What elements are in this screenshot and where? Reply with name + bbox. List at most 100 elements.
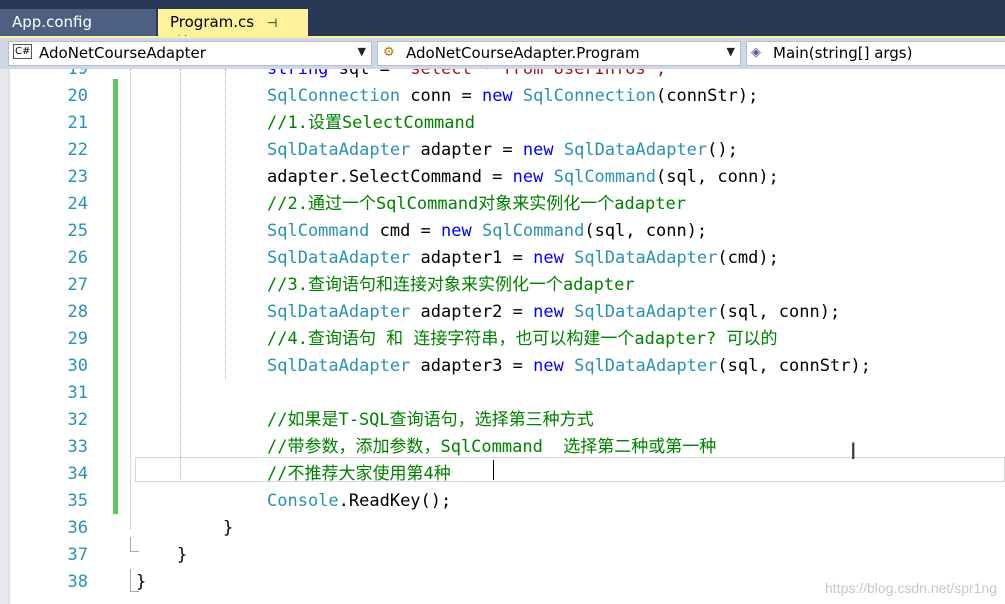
class-dropdown-value: AdoNetCourseAdapter.Program xyxy=(406,44,640,62)
project-dropdown[interactable]: C# AdoNetCourseAdapter ▼ xyxy=(8,41,372,66)
type-name: SqlDataAdapter xyxy=(267,356,411,376)
indent-guide xyxy=(180,69,181,479)
keyword: new xyxy=(533,302,564,322)
code-line-23: adapter.SelectCommand = new SqlCommand(s… xyxy=(267,164,779,191)
tab-program-cs[interactable]: Program.cs ⊣ ✕ xyxy=(158,9,308,49)
code-text: conn = xyxy=(400,86,482,106)
type-name: SqlDataAdapter xyxy=(574,302,718,322)
code-line-33: //带参数，添加参数，SqlCommand 选择第二种或第一种 xyxy=(267,437,717,457)
code-line-21: //1.设置SelectCommand xyxy=(267,113,475,133)
watermark: https://blog.csdn.net/spr1ng xyxy=(825,580,997,596)
line-number: 37 xyxy=(67,545,88,565)
pin-icon[interactable]: ⊣ xyxy=(267,16,277,30)
code-text: (); xyxy=(707,140,738,160)
code-text: (sql, connStr); xyxy=(717,356,871,376)
navigation-bar: C# AdoNetCourseAdapter ▼ ⚙ AdoNetCourseA… xyxy=(0,38,1005,69)
line-number: 34 xyxy=(67,464,88,484)
text-caret xyxy=(493,460,494,480)
code-line-36: } xyxy=(223,518,234,538)
line-number: 27 xyxy=(67,275,88,295)
code-line-29: //4.查询语句 和 连接字符串，也可以构建一个adapter? 可以的 xyxy=(267,329,778,349)
type-name: SqlCommand xyxy=(267,221,370,241)
code-line-20: SqlConnection conn = new SqlConnection(c… xyxy=(267,83,758,110)
type-name: SqlDataAdapter xyxy=(574,248,718,268)
line-number: 31 xyxy=(67,383,88,403)
line-number: 26 xyxy=(67,248,88,268)
type-name: SqlDataAdapter xyxy=(267,248,411,268)
code-line-25: SqlCommand cmd = new SqlCommand(sql, con… xyxy=(267,218,707,245)
chevron-down-icon: ▼ xyxy=(357,45,366,58)
line-number: 30 xyxy=(67,356,88,376)
type-name: SqlDataAdapter xyxy=(267,302,411,322)
line-number: 28 xyxy=(67,302,88,322)
tab-app-config[interactable]: App.config xyxy=(0,9,156,38)
type-name: SqlConnection xyxy=(522,86,656,106)
code-line-32: //如果是T-SQL查询语句，选择第三种方式 xyxy=(267,410,594,430)
type-name: SqlCommand xyxy=(481,221,585,241)
type-name: SqlDataAdapter xyxy=(563,140,708,160)
code-line-37: } xyxy=(177,545,188,565)
member-dropdown-value: Main(string[] args) xyxy=(773,44,913,62)
code-text: adapter = xyxy=(410,140,523,160)
code-text: sql = xyxy=(328,69,401,79)
type-name: SqlDataAdapter xyxy=(574,356,718,376)
line-number: 24 xyxy=(67,194,88,214)
fold-marker xyxy=(130,537,139,552)
indent-guide xyxy=(130,69,131,529)
code-line-30: SqlDataAdapter adapter3 = new SqlDataAda… xyxy=(267,353,871,380)
code-text: (sql, conn); xyxy=(584,221,708,241)
code-text: .ReadKey(); xyxy=(338,491,452,511)
keyword: new xyxy=(522,140,554,160)
keyword: new xyxy=(512,167,544,187)
line-number: 22 xyxy=(67,140,88,160)
line-number: 20 xyxy=(67,86,88,106)
string-literal: "select * from UserInfos"; xyxy=(400,69,667,79)
csharp-project-icon: C# xyxy=(13,44,33,59)
indent-guide xyxy=(225,69,226,379)
code-text: adapter1 = xyxy=(410,248,534,268)
document-tab-strip: App.config Program.cs ⊣ ✕ xyxy=(0,0,1005,49)
type-name: Console xyxy=(267,491,339,511)
line-number: 29 xyxy=(67,329,88,349)
code-line-35: Console.ReadKey(); xyxy=(267,488,451,515)
line-number: 25 xyxy=(67,221,88,241)
member-dropdown[interactable]: ◈ Main(string[] args) xyxy=(746,41,1005,66)
class-dropdown[interactable]: ⚙ AdoNetCourseAdapter.Program ▼ xyxy=(377,41,741,66)
code-line-28: SqlDataAdapter adapter2 = new SqlDataAda… xyxy=(267,299,840,326)
code-text: adapter2 = xyxy=(410,302,534,322)
line-number: 33 xyxy=(67,437,88,457)
code-line-34: //不推荐大家使用第4种 xyxy=(267,464,451,484)
keyword: new xyxy=(533,248,564,268)
line-number: 32 xyxy=(67,410,88,430)
keyword: new xyxy=(481,86,513,106)
method-icon: ◈ xyxy=(751,45,761,60)
code-line-19: string sql = "select * from UserInfos"; xyxy=(267,69,666,83)
code-editor[interactable]: 19 20 21 22 23 24 25 26 27 28 29 30 31 3… xyxy=(0,69,1005,604)
class-icon: ⚙ xyxy=(383,45,395,60)
code-line-27: //3.查询语句和连接对象来实例化一个adapter xyxy=(267,275,635,295)
ibeam-cursor-icon: I xyxy=(850,440,857,465)
tab-label: App.config xyxy=(12,13,92,31)
project-dropdown-value: AdoNetCourseAdapter xyxy=(39,44,206,62)
code-text: cmd = xyxy=(369,221,442,241)
line-number: 21 xyxy=(67,113,88,133)
code-text: (connStr); xyxy=(655,86,759,106)
keyword: new xyxy=(533,356,564,376)
line-number: 38 xyxy=(67,572,88,592)
type-name: SqlDataAdapter xyxy=(267,140,411,160)
code-line-22: SqlDataAdapter adapter = new SqlDataAdap… xyxy=(267,137,738,164)
change-indicator-bar xyxy=(113,79,118,514)
line-number: 35 xyxy=(67,491,88,511)
code-text: adapter3 = xyxy=(410,356,534,376)
code-line-26: SqlDataAdapter adapter1 = new SqlDataAda… xyxy=(267,245,779,272)
tab-label: Program.cs xyxy=(170,13,255,31)
code-text: (sql, conn); xyxy=(655,167,779,187)
type-name: SqlCommand xyxy=(553,167,656,187)
